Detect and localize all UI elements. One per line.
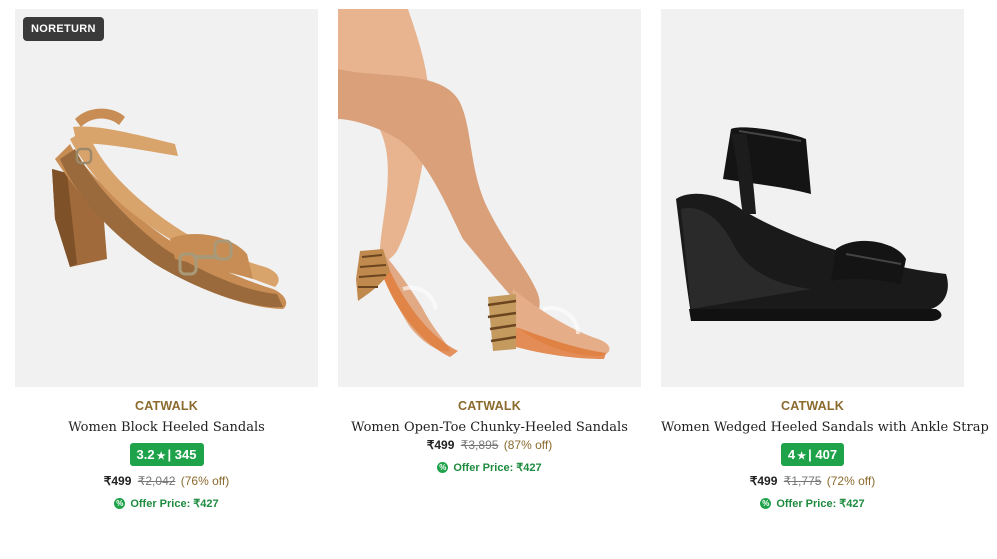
- price-row: ₹499 ₹3,895 (87% off): [338, 438, 641, 452]
- price: ₹499: [426, 438, 455, 452]
- percent-icon: %: [437, 462, 449, 473]
- rating-value: 4: [787, 447, 796, 462]
- discount: (87% off): [503, 438, 553, 452]
- percent-icon: %: [114, 498, 126, 509]
- product-image[interactable]: [338, 9, 641, 387]
- offer-price-label: Offer Price: ₹427: [453, 462, 542, 474]
- price-row: ₹499 ₹2,042 (76% off): [15, 474, 318, 488]
- mrp: ₹3,895: [460, 438, 499, 452]
- product-brand[interactable]: CATWALK: [338, 399, 641, 413]
- offer-price: % Offer Price: ₹427: [338, 461, 641, 474]
- product-name[interactable]: Women Open-Toe Chunky-Heeled Sandals: [338, 420, 641, 435]
- mrp: ₹1,775: [783, 474, 822, 488]
- product-name[interactable]: Women Block Heeled Sandals: [15, 420, 318, 435]
- product-image[interactable]: [661, 9, 964, 387]
- star-icon: ★: [156, 451, 166, 462]
- star-icon: ★: [797, 451, 807, 462]
- price-row: ₹499 ₹1,775 (72% off): [661, 474, 964, 488]
- product-card[interactable]: CATWALK Women Open-Toe Chunky-Heeled San…: [338, 9, 641, 474]
- product-brand[interactable]: CATWALK: [661, 399, 964, 413]
- product-grid: NORETURN CATWALK Women Block Heeled Sand…: [0, 0, 997, 559]
- offer-price: % Offer Price: ₹427: [15, 497, 318, 510]
- product-card[interactable]: NORETURN CATWALK Women Block Heeled Sand…: [15, 9, 318, 510]
- model-legs-illustration: [338, 9, 610, 359]
- black-wedge-illustration: [676, 127, 948, 321]
- rating-value: 3.2: [136, 447, 155, 462]
- product-name[interactable]: Women Wedged Heeled Sandals with Ankle S…: [661, 420, 989, 435]
- discount: (76% off): [180, 474, 230, 488]
- product-image[interactable]: NORETURN: [15, 9, 318, 387]
- mrp: ₹2,042: [137, 474, 176, 488]
- rating-badge: 4 ★ | 407: [780, 443, 845, 466]
- product-brand[interactable]: CATWALK: [15, 399, 318, 413]
- product-card[interactable]: CATWALK Women Wedged Heeled Sandals with…: [661, 9, 989, 510]
- percent-icon: %: [760, 498, 772, 509]
- discount: (72% off): [826, 474, 876, 488]
- price: ₹499: [749, 474, 778, 488]
- offer-price-label: Offer Price: ₹427: [130, 498, 219, 510]
- offer-price: % Offer Price: ₹427: [661, 497, 964, 510]
- price: ₹499: [103, 474, 132, 488]
- no-return-badge: NORETURN: [23, 17, 104, 41]
- rating-badge: 3.2 ★ | 345: [129, 443, 204, 466]
- offer-price-label: Offer Price: ₹427: [776, 498, 865, 510]
- tan-sandal-illustration: [52, 108, 287, 309]
- rating-count: | 407: [808, 447, 838, 462]
- rating-count: | 345: [167, 447, 197, 462]
